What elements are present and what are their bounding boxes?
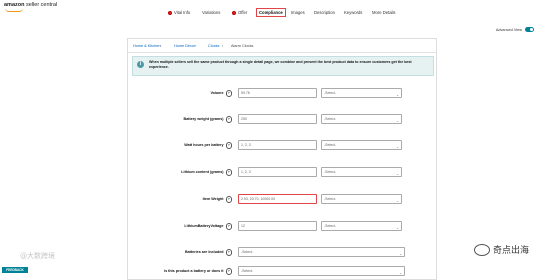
feedback-button[interactable]: FEEDBACK: [2, 267, 28, 273]
compliance-panel: Home & Kitchen › Home Décor › Clocks › A…: [127, 38, 437, 280]
help-icon[interactable]: ?: [225, 223, 232, 230]
breadcrumb-item[interactable]: Home & Kitchen: [133, 44, 160, 48]
volume-unit-select[interactable]: -Select- ⌄: [321, 88, 402, 98]
info-message: When multiple sellers sell the same prod…: [149, 60, 412, 69]
field-label-battery-weight: Battery weight (grams)?: [184, 116, 232, 123]
breadcrumb-separator: ›: [222, 43, 224, 48]
breadcrumb-item[interactable]: Clocks: [208, 44, 219, 48]
is-battery-select[interactable]: -Select- ⌄: [238, 266, 405, 276]
field-label-is-battery: Is this product a battery or does it?: [164, 268, 232, 275]
chevron-down-icon: ⌄: [396, 119, 399, 123]
tab-compliance[interactable]: Compliance: [256, 8, 286, 17]
watermark-left: @大数跨境: [20, 252, 55, 260]
field-label-item-weight: Item Weight?: [203, 196, 232, 203]
watt-hours-input[interactable]: 1, 2, 3: [238, 140, 317, 150]
help-icon[interactable]: ?: [225, 90, 232, 97]
info-icon: i: [137, 61, 144, 68]
info-banner: i When multiple sellers sell the same pr…: [132, 56, 434, 76]
error-icon: !: [232, 10, 236, 15]
field-label-volume: Volume?: [210, 90, 232, 97]
help-icon[interactable]: ?: [225, 169, 232, 176]
tab-variations[interactable]: Variations: [202, 10, 220, 15]
battery-weight-input[interactable]: 250: [238, 114, 317, 124]
watermark-right: 奇点出海: [474, 243, 529, 256]
chevron-down-icon: ⌄: [396, 199, 399, 203]
field-label-lithium-voltage: LithiumBatteryVoltage?: [184, 223, 232, 230]
battery-weight-unit-select[interactable]: -Select- ⌄: [321, 114, 402, 124]
breadcrumb: Home & Kitchen › Home Décor › Clocks › A…: [128, 39, 436, 53]
chevron-down-icon: ⌄: [396, 226, 399, 230]
error-icon: !: [168, 10, 172, 15]
wechat-icon: [474, 243, 490, 256]
lithium-voltage-input[interactable]: 12: [238, 221, 317, 231]
lithium-content-input[interactable]: 1, 2, 3: [238, 167, 317, 177]
tab-images[interactable]: Images: [291, 10, 305, 15]
breadcrumb-separator: ›: [160, 43, 162, 48]
watermark-right-text: 奇点出海: [493, 246, 530, 256]
breadcrumb-item[interactable]: Home Décor: [174, 44, 195, 48]
tab-more-details[interactable]: More Details: [372, 10, 396, 15]
batteries-included-select[interactable]: -Select- ⌄: [238, 247, 405, 257]
field-label-watt-hours: Watt hours per battery?: [184, 142, 232, 149]
field-label-lithium-content: Lithium content (grams)?: [181, 169, 232, 176]
lithium-voltage-unit-select[interactable]: -Select- ⌄: [321, 221, 402, 231]
watt-hours-unit-select[interactable]: -Select- ⌄: [321, 140, 402, 150]
advanced-view-toggle[interactable]: [525, 27, 534, 32]
chevron-down-icon: ⌄: [399, 252, 402, 256]
help-icon[interactable]: ?: [225, 142, 232, 149]
tab-offer[interactable]: ! Offer: [232, 10, 247, 15]
tab-keywords[interactable]: Keywords: [344, 10, 362, 15]
item-weight-input[interactable]: 2.93, 20.70, 10000.00: [238, 194, 317, 204]
chevron-down-icon: ⌄: [396, 93, 399, 97]
amazon-smile-icon: [5, 8, 23, 12]
volume-input[interactable]: 59.78: [238, 88, 317, 98]
lithium-content-unit-select[interactable]: -Select- ⌄: [321, 167, 402, 177]
logo-service: seller central: [26, 2, 58, 8]
help-icon[interactable]: ?: [225, 196, 232, 203]
chevron-down-icon: ⌄: [396, 172, 399, 176]
chevron-down-icon: ⌄: [396, 145, 399, 149]
top-bar: amazon seller central ! Vital Info Variat…: [0, 0, 554, 22]
help-icon[interactable]: ?: [225, 116, 232, 123]
tab-vital-info[interactable]: ! Vital Info: [168, 10, 190, 15]
field-label-batteries-included: Batteries are Included?: [185, 249, 232, 256]
tab-description[interactable]: Description: [314, 10, 335, 15]
help-icon[interactable]: ?: [225, 249, 232, 256]
help-icon[interactable]: ?: [225, 268, 232, 275]
breadcrumb-current: Alarm Clocks: [231, 43, 254, 48]
advanced-view-label: Advanced View: [495, 27, 522, 32]
breadcrumb-separator: ›: [195, 43, 197, 48]
chevron-down-icon: ⌄: [399, 271, 402, 275]
item-weight-unit-select[interactable]: -Select- ⌄: [321, 194, 402, 204]
amazon-seller-central-logo[interactable]: amazon seller central: [4, 2, 58, 12]
advanced-view-control: Advanced View: [496, 27, 534, 32]
